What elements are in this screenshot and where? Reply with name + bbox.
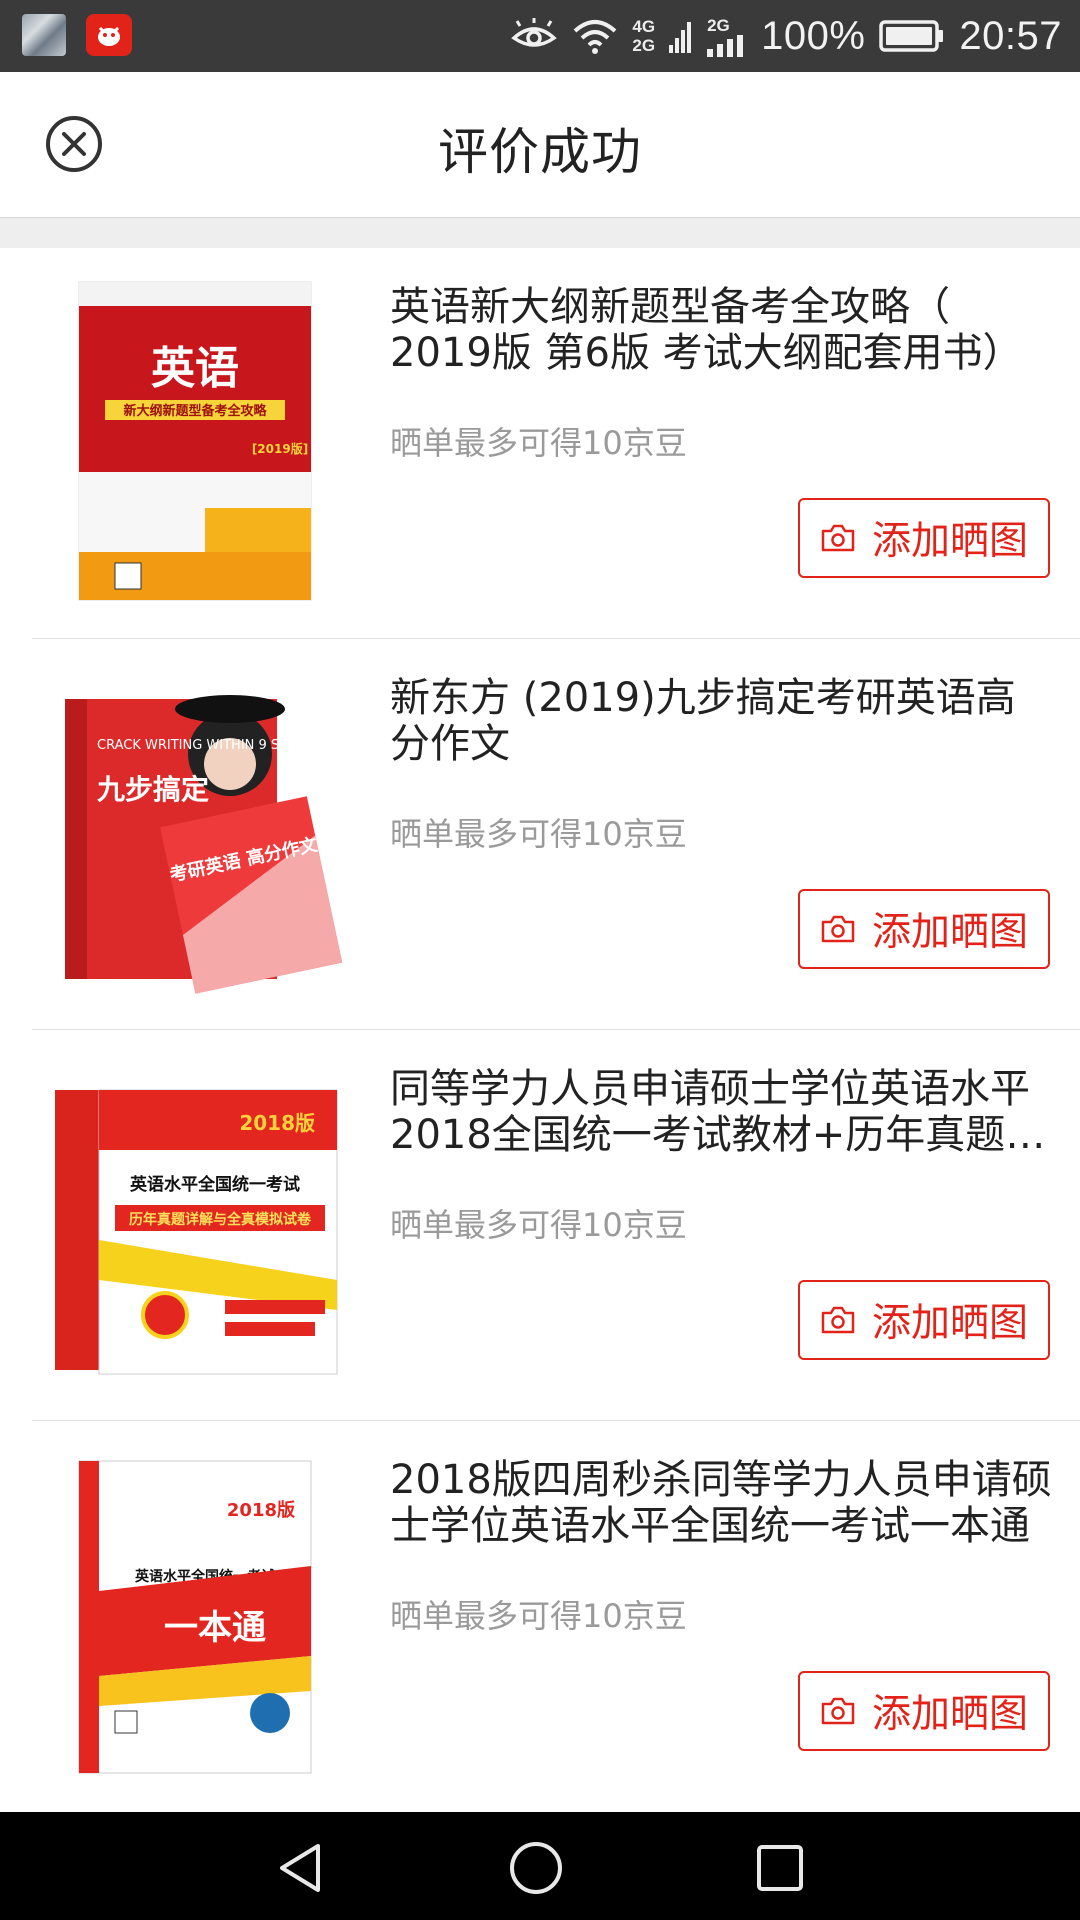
cover-edition-text: CRACK WRITING WITHIN 9 STEPS [97,738,311,753]
add-photo-label: 添加晒图 [871,910,1028,955]
product-item: CRACK WRITING WITHIN 9 STEPS 九步搞定 考研英语 高… [0,639,1080,1030]
add-photo-button[interactable]: 添加晒图 [798,889,1050,969]
signal-icon-second [707,34,744,57]
product-title[interactable]: 同等学力人员申请硕士学位英语水平2018全国统一考试教材+历年真题详解与全真模拟… [390,1066,1055,1158]
camera-icon [821,524,855,552]
product-cover-image[interactable]: 2018版 英语水平全国统一考试 一本通 [55,1451,355,1776]
cover-main-text: 英语 [151,343,239,394]
product-cover-image[interactable]: CRACK WRITING WITHIN 9 STEPS 九步搞定 考研英语 高… [55,669,355,994]
network-second-sim: 2G [707,16,747,57]
add-photo-button[interactable]: 添加晒图 [798,498,1050,578]
add-photo-button[interactable]: 添加晒图 [798,1671,1050,1751]
product-title[interactable]: 新东方 (2019)九步搞定考研英语高分作文 [390,675,1055,767]
title-bar: 评价成功 [0,72,1080,218]
battery-percentage: 100% [761,13,866,58]
cover-sub-text: 历年真题详解与全真模拟试卷 [129,1211,312,1228]
recents-square-icon[interactable] [752,1840,808,1896]
camera-icon [821,1697,855,1725]
camera-icon [821,1306,855,1334]
gallery-app-icon [22,14,66,56]
cover-edition-text: 2018版 [227,1499,295,1521]
jd-bean-hint: 晒单最多可得10京豆 [390,1206,687,1244]
product-item: 2018版 英语水平全国统一考试 一本通 2018版四周秒杀同等学力人员申请硕士… [0,1421,1080,1812]
cover-main-text: 九步搞定 [97,773,209,806]
add-photo-label: 添加晒图 [871,519,1028,564]
add-photo-label: 添加晒图 [871,1692,1028,1737]
cover-edition-text: [2019版] [252,441,308,456]
network-type-label: 4G 2G [632,17,655,55]
clock: 20:57 [959,13,1062,58]
cover-main-text: 英语水平全国统一考试 [130,1174,300,1195]
product-title[interactable]: 2018版四周秒杀同等学力人员申请硕士学位英语水平全国统一考试一本通 [390,1457,1055,1549]
add-photo-button[interactable]: 添加晒图 [798,1280,1050,1360]
camera-icon [821,915,855,943]
product-item: 2018版 英语水平全国统一考试 历年真题详解与全真模拟试卷 同等学力人员申请硕… [0,1030,1080,1421]
page-title: 评价成功 [438,123,642,181]
status-notification-icons [22,14,132,58]
network-4g-label: 4G [632,17,656,36]
product-cover-image[interactable]: 英语 新大纲新题型备考全攻略 [2019版] [55,278,355,603]
eye-comfort-icon [511,18,558,47]
product-title[interactable]: 英语新大纲新题型备考全攻略（ 2019版 第6版 考试大纲配套用书） [390,284,1055,376]
cover-edition-text: 2018版 [239,1111,315,1135]
status-bar: 4G 2G 2G 100% 20:57 [0,0,1080,72]
home-circle-icon[interactable] [508,1840,564,1896]
product-list: 英语 新大纲新题型备考全攻略 [2019版] 英语新大纲新题型备考全攻略（ 20… [0,248,1080,1812]
status-system-icons: 4G 2G 2G 100% 20:57 [510,0,1062,72]
network-2g-second-label: 2G [707,15,730,35]
cover-sub-text: 新大纲新题型备考全攻略 [123,403,267,419]
network-2g-label: 2G [632,36,656,55]
jd-bean-hint: 晒单最多可得10京豆 [390,424,687,462]
section-gap [0,218,1080,248]
jd-app-icon [86,14,132,56]
system-nav-bar [0,1812,1080,1920]
jd-bean-hint: 晒单最多可得10京豆 [390,815,687,853]
cover-main-text: 一本通 [164,1608,266,1648]
battery-icon [879,20,944,52]
wifi-icon [574,20,617,54]
product-cover-image[interactable]: 2018版 英语水平全国统一考试 历年真题详解与全真模拟试卷 [55,1060,355,1385]
signal-icon [669,22,692,53]
back-triangle-icon[interactable] [272,1840,328,1896]
add-photo-label: 添加晒图 [871,1301,1028,1346]
product-item: 英语 新大纲新题型备考全攻略 [2019版] 英语新大纲新题型备考全攻略（ 20… [0,248,1080,639]
jd-bean-hint: 晒单最多可得10京豆 [390,1597,687,1635]
